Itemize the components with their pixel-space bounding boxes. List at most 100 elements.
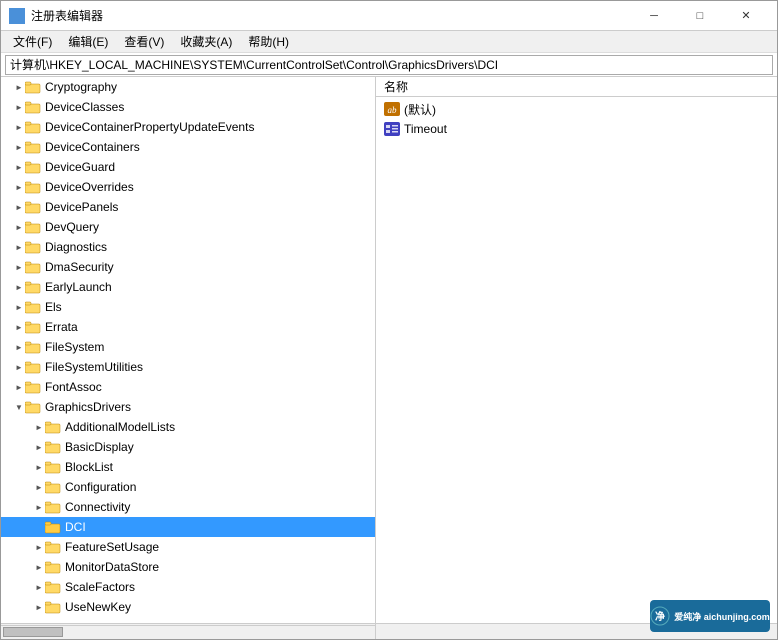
tree-arrow-errata[interactable]: ►: [13, 317, 25, 337]
tree-item-deviceguard[interactable]: ► DeviceGuard: [1, 157, 375, 177]
tree-arrow-filesystemutilities[interactable]: ►: [13, 357, 25, 377]
tree-item-configuration[interactable]: ► Configuration: [1, 477, 375, 497]
tree-item-additionalmodelists[interactable]: ► AdditionalModelLists: [1, 417, 375, 437]
tree-label-devquery: DevQuery: [45, 220, 99, 234]
watermark: 净 爱纯净 aichunjing.com: [650, 600, 770, 632]
maximize-button[interactable]: □: [677, 1, 723, 31]
tree-arrow-cryptography[interactable]: ►: [13, 77, 25, 97]
tree-item-connectivity[interactable]: ► Connectivity: [1, 497, 375, 517]
tree-arrow-basicdisplay[interactable]: ►: [33, 437, 45, 457]
tree-arrow-featuresetusage[interactable]: ►: [33, 537, 45, 557]
tree-label-diagnostics: Diagnostics: [45, 240, 107, 254]
tree-label-deviceclasses: DeviceClasses: [45, 100, 124, 114]
close-button[interactable]: ✕: [723, 1, 769, 31]
tree-label-dci: DCI: [65, 520, 86, 534]
tree-item-devicecontainers[interactable]: ► DeviceContainers: [1, 137, 375, 157]
tree-arrow-devicecontainers[interactable]: ►: [13, 137, 25, 157]
folder-icon-dci: [45, 520, 61, 534]
tree-arrow-diagnostics[interactable]: ►: [13, 237, 25, 257]
entry-label-default: (默认): [404, 101, 436, 118]
tree-arrow-scalefactors[interactable]: ►: [33, 577, 45, 597]
registry-entry-timeout[interactable]: Timeout: [376, 119, 777, 139]
tree-arrow-deviceclasses[interactable]: ►: [13, 97, 25, 117]
entry-icon-default: ab: [384, 102, 400, 116]
entry-label-timeout: Timeout: [404, 122, 447, 136]
tree-arrow-fontassoc[interactable]: ►: [13, 377, 25, 397]
tree-arrow-els[interactable]: ►: [13, 297, 25, 317]
tree-item-errata[interactable]: ► Errata: [1, 317, 375, 337]
tree-arrow-deviceoverrides[interactable]: ►: [13, 177, 25, 197]
folder-icon-filesystem: [25, 340, 41, 354]
menu-item-f[interactable]: 文件(F): [5, 31, 60, 53]
tree-arrow-dmasecurity[interactable]: ►: [13, 257, 25, 277]
folder-icon-graphicsdrivers: [25, 400, 41, 414]
tree-item-usenewkey[interactable]: ► UseNewKey: [1, 597, 375, 617]
tree-label-deviceoverrides: DeviceOverrides: [45, 180, 134, 194]
menu-item-v[interactable]: 查看(V): [116, 31, 172, 53]
menu-bar: 文件(F)编辑(E)查看(V)收藏夹(A)帮助(H): [1, 31, 777, 53]
address-input[interactable]: [5, 55, 773, 75]
tree-item-diagnostics[interactable]: ► Diagnostics: [1, 237, 375, 257]
tree-item-basicdisplay[interactable]: ► BasicDisplay: [1, 437, 375, 457]
tree-item-fontassoc[interactable]: ► FontAssoc: [1, 377, 375, 397]
tree-item-monitordatastore[interactable]: ► MonitorDataStore: [1, 557, 375, 577]
tree-arrow-monitordatastore[interactable]: ►: [33, 557, 45, 577]
menu-item-a[interactable]: 收藏夹(A): [172, 31, 240, 53]
minimize-button[interactable]: ─: [631, 1, 677, 31]
tree-item-graphicsdrivers[interactable]: ▼ GraphicsDrivers: [1, 397, 375, 417]
tree-arrow-blocklist[interactable]: ►: [33, 457, 45, 477]
tree-label-additionalmodelists: AdditionalModelLists: [65, 420, 175, 434]
tree-arrow-additionalmodelists[interactable]: ►: [33, 417, 45, 437]
folder-icon-dmasecurity: [25, 260, 41, 274]
tree-arrow-devicecontainerpropertyupdateevents[interactable]: ►: [13, 117, 25, 137]
folder-icon-devicecontainerpropertyupdateevents: [25, 120, 41, 134]
tree-item-devquery[interactable]: ► DevQuery: [1, 217, 375, 237]
tree-item-dmasecurity[interactable]: ► DmaSecurity: [1, 257, 375, 277]
tree-item-els[interactable]: ► Els: [1, 297, 375, 317]
right-content[interactable]: ab (默认) Timeout: [376, 97, 777, 623]
menu-item-h[interactable]: 帮助(H): [240, 31, 297, 53]
tree-arrow-deviceguard[interactable]: ►: [13, 157, 25, 177]
folder-icon-fontassoc: [25, 380, 41, 394]
tree-item-blocklist[interactable]: ► BlockList: [1, 457, 375, 477]
tree-arrow-graphicsdrivers[interactable]: ▼: [13, 397, 25, 417]
tree-label-devicepanels: DevicePanels: [45, 200, 118, 214]
folder-icon-filesystemutilities: [25, 360, 41, 374]
title-bar: 注册表编辑器 ─ □ ✕: [1, 1, 777, 31]
tree-label-basicdisplay: BasicDisplay: [65, 440, 134, 454]
tree-item-devicepanels[interactable]: ► DevicePanels: [1, 197, 375, 217]
right-header: 名称: [376, 77, 777, 97]
tree-item-filesystemutilities[interactable]: ► FileSystemUtilities: [1, 357, 375, 377]
tree-item-featuresetusage[interactable]: ► FeatureSetUsage: [1, 537, 375, 557]
tree-item-earlylaunch[interactable]: ► EarlyLaunch: [1, 277, 375, 297]
folder-icon-monitordatastore: [45, 560, 61, 574]
menu-item-e[interactable]: 编辑(E): [60, 31, 116, 53]
tree-arrow-devicepanels[interactable]: ►: [13, 197, 25, 217]
tree-label-filesystem: FileSystem: [45, 340, 104, 354]
tree-label-deviceguard: DeviceGuard: [45, 160, 115, 174]
svg-text:ab: ab: [388, 105, 398, 115]
tree-item-filesystem[interactable]: ► FileSystem: [1, 337, 375, 357]
registry-editor-window: 注册表编辑器 ─ □ ✕ 文件(F)编辑(E)查看(V)收藏夹(A)帮助(H) …: [0, 0, 778, 640]
tree-arrow-configuration[interactable]: ►: [33, 477, 45, 497]
folder-icon-devicepanels: [25, 200, 41, 214]
tree-label-devicecontainers: DeviceContainers: [45, 140, 140, 154]
tree-label-els: Els: [45, 300, 62, 314]
tree-arrow-connectivity[interactable]: ►: [33, 497, 45, 517]
tree-item-scalefactors[interactable]: ► ScaleFactors: [1, 577, 375, 597]
tree-arrow-usenewkey[interactable]: ►: [33, 597, 45, 617]
right-panel: 名称 ab (默认) Timeout: [376, 77, 777, 623]
tree-item-deviceclasses[interactable]: ► DeviceClasses: [1, 97, 375, 117]
tree-item-cryptography[interactable]: ► Cryptography: [1, 77, 375, 97]
tree-arrow-filesystem[interactable]: ►: [13, 337, 25, 357]
tree-hscroll[interactable]: [1, 624, 376, 639]
tree-arrow-earlylaunch[interactable]: ►: [13, 277, 25, 297]
tree-arrow-devquery[interactable]: ►: [13, 217, 25, 237]
tree-item-devicecontainerpropertyupdateevents[interactable]: ► DeviceContainerPropertyUpdateEvents: [1, 117, 375, 137]
svg-text:净: 净: [655, 610, 665, 623]
tree-item-dci[interactable]: DCI: [1, 517, 375, 537]
registry-entry-default[interactable]: ab (默认): [376, 99, 777, 119]
tree-scroll[interactable]: ► Cryptography► DeviceClasses► DeviceCon…: [1, 77, 375, 623]
tree-item-deviceoverrides[interactable]: ► DeviceOverrides: [1, 177, 375, 197]
folder-icon-diagnostics: [25, 240, 41, 254]
